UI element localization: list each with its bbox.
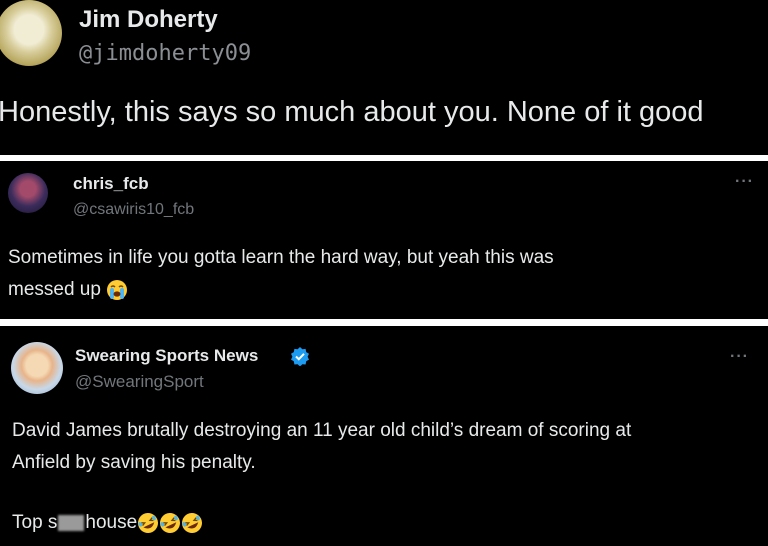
more-options-icon[interactable]: ···: [735, 173, 754, 191]
tweet-text-fragment: house: [85, 512, 138, 533]
tweet-text-line: David James brutally destroying an 11 ye…: [12, 420, 632, 441]
rolling-on-floor-laughing-icon: [182, 513, 203, 533]
more-options-icon[interactable]: ···: [730, 348, 749, 366]
tweet-text-fragment: messed up: [8, 279, 101, 301]
author-handle[interactable]: @SwearingSport: [75, 372, 204, 392]
tweet-text: Honestly, this says so much about you. N…: [0, 96, 704, 128]
author-name[interactable]: Jim Doherty: [79, 6, 218, 34]
tweet-text-line: messed up: [8, 279, 128, 301]
author-name[interactable]: chris_fcb: [73, 174, 149, 194]
tweet-text-line: Anfield by saving his penalty.: [12, 452, 256, 473]
rolling-on-floor-laughing-icon: [160, 513, 181, 533]
avatar[interactable]: [8, 173, 48, 213]
author-handle[interactable]: @jimdoherty09: [79, 41, 251, 66]
verified-badge-icon: [291, 347, 309, 366]
tweet-card[interactable]: chris_fcb @csawiris10_fcb ··· Sometimes …: [0, 161, 768, 319]
avatar[interactable]: [0, 0, 62, 66]
tweet-text-line: Sometimes in life you gotta learn the ha…: [8, 247, 554, 268]
avatar[interactable]: [11, 342, 63, 394]
tweet-card[interactable]: Swearing Sports News @SwearingSport ··· …: [0, 326, 768, 546]
censor-blur: [58, 515, 85, 531]
loudly-crying-face-icon: [107, 280, 128, 300]
author-name[interactable]: Swearing Sports News: [75, 346, 258, 366]
tweet-card[interactable]: Jim Doherty @jimdoherty09 Honestly, this…: [0, 0, 768, 155]
tweet-text-fragment: Top s: [12, 512, 58, 533]
rolling-on-floor-laughing-icon: [138, 513, 159, 533]
tweet-text-line: Top s house: [12, 512, 203, 534]
emoji-group: [137, 512, 203, 534]
author-handle[interactable]: @csawiris10_fcb: [73, 201, 194, 219]
